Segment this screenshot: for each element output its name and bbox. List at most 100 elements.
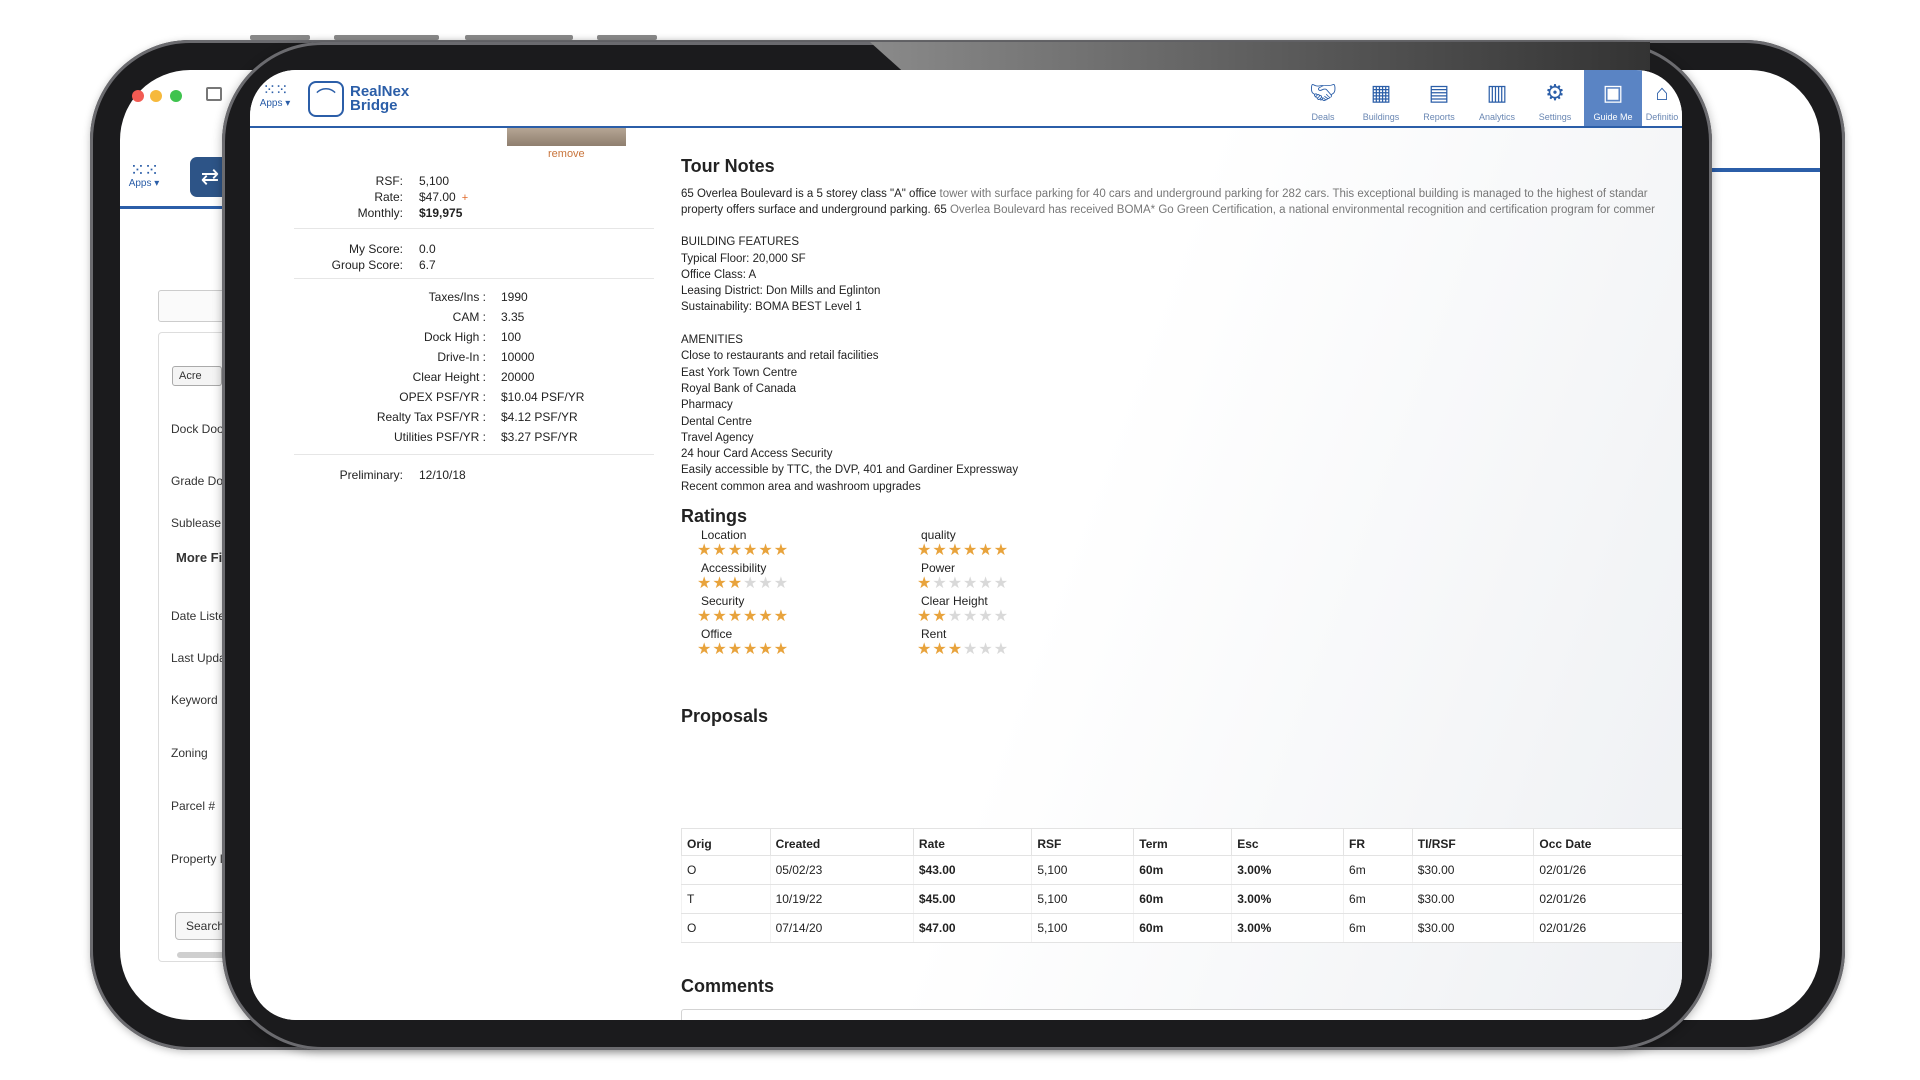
star-rating[interactable]: ★★★★★★ <box>697 641 789 659</box>
star-icon[interactable]: ★ <box>963 641 978 658</box>
star-icon[interactable]: ★ <box>712 608 727 625</box>
nav-guide-me[interactable]: ▣ Guide Me <box>1584 70 1642 126</box>
star-rating[interactable]: ★★★★★★ <box>917 542 1009 560</box>
nav-reports[interactable]: ▤ Reports <box>1410 70 1468 126</box>
star-icon[interactable]: ★ <box>774 575 789 592</box>
star-icon[interactable]: ★ <box>932 608 947 625</box>
star-icon[interactable]: ★ <box>697 575 712 592</box>
column-header[interactable]: Esc <box>1231 828 1345 856</box>
nav-deals[interactable]: 🤝︎ Deals <box>1294 70 1352 126</box>
star-rating[interactable]: ★★★★★★ <box>917 641 1009 659</box>
star-icon[interactable]: ★ <box>978 641 993 658</box>
star-icon[interactable]: ★ <box>978 575 993 592</box>
star-icon[interactable]: ★ <box>932 542 947 559</box>
star-icon[interactable]: ★ <box>697 608 712 625</box>
table-cell: O <box>681 913 771 943</box>
star-icon[interactable]: ★ <box>743 641 758 658</box>
star-rating[interactable]: ★★★★★★ <box>697 608 789 626</box>
apps-grid-icon: ⁙⁙ <box>262 82 289 99</box>
column-header[interactable]: Rate <box>912 828 1033 856</box>
maximize-window-button[interactable] <box>170 90 182 102</box>
column-header[interactable]: Orig <box>681 828 771 856</box>
star-icon[interactable]: ★ <box>758 542 773 559</box>
star-rating[interactable]: ★★★★★★ <box>697 542 789 560</box>
column-header[interactable]: Occ Date <box>1533 828 1682 856</box>
star-icon[interactable]: ★ <box>728 641 743 658</box>
star-icon[interactable]: ★ <box>712 542 727 559</box>
star-icon[interactable]: ★ <box>743 575 758 592</box>
star-icon[interactable]: ★ <box>712 575 727 592</box>
minimize-window-button[interactable] <box>150 90 162 102</box>
handshake-icon: 🤝︎ <box>1309 80 1337 105</box>
star-icon[interactable]: ★ <box>948 608 963 625</box>
notes-text: property offers surface and underground … <box>681 204 950 216</box>
main-nav: 🤝︎ Deals ▦ Buildings ▤ Reports ▥ Analyti… <box>1294 70 1682 126</box>
star-icon[interactable]: ★ <box>948 575 963 592</box>
star-icon[interactable]: ★ <box>758 575 773 592</box>
table-row[interactable]: O 05/02/23 $43.00 5,100 60m 3.00% 6m $30.00 02/0… <box>681 855 1682 885</box>
close-window-button[interactable] <box>132 90 144 102</box>
star-icon[interactable]: ★ <box>994 542 1009 559</box>
sidebar-toggle-icon[interactable] <box>206 87 222 101</box>
nav-settings[interactable]: ⚙ Settings <box>1526 70 1584 126</box>
nav-definitions[interactable]: ⌂ Definitio <box>1642 70 1682 126</box>
detail-label: OPEX PSF/YR : <box>399 390 486 404</box>
star-icon[interactable]: ★ <box>774 608 789 625</box>
unit-select[interactable]: Acre <box>172 366 222 386</box>
star-icon[interactable]: ★ <box>994 608 1009 625</box>
star-icon[interactable]: ★ <box>712 641 727 658</box>
star-rating[interactable]: ★★★★★★ <box>917 575 1009 593</box>
star-icon[interactable]: ★ <box>994 575 1009 592</box>
divider <box>294 278 654 279</box>
apps-menu[interactable]: ⁙⁙ Apps ▾ <box>258 82 292 110</box>
table-row[interactable]: O 07/14/20 $47.00 5,100 60m 3.00% 6m $30.00 02/0… <box>681 913 1682 943</box>
star-icon[interactable]: ★ <box>728 542 743 559</box>
star-icon[interactable]: ★ <box>743 608 758 625</box>
comments-input[interactable] <box>681 1009 1682 1020</box>
star-icon[interactable]: ★ <box>963 542 978 559</box>
star-icon[interactable]: ★ <box>917 608 932 625</box>
column-header[interactable]: Term <box>1133 828 1233 856</box>
add-rate-button[interactable]: + <box>462 192 468 204</box>
detail-label: Clear Height : <box>412 370 486 384</box>
star-icon[interactable]: ★ <box>728 608 743 625</box>
table-cell: 3.00% <box>1231 855 1344 885</box>
star-icon[interactable]: ★ <box>932 575 947 592</box>
group-score-label: Group Score: <box>331 258 403 272</box>
star-icon[interactable]: ★ <box>774 542 789 559</box>
star-icon[interactable]: ★ <box>697 641 712 658</box>
star-icon[interactable]: ★ <box>963 608 978 625</box>
column-header[interactable]: RSF <box>1031 828 1135 856</box>
star-icon[interactable]: ★ <box>758 641 773 658</box>
star-icon[interactable]: ★ <box>978 608 993 625</box>
nav-buildings[interactable]: ▦ Buildings <box>1352 70 1410 126</box>
remove-photo-link[interactable]: remove <box>548 148 585 160</box>
column-header[interactable]: Created <box>769 828 914 856</box>
star-rating[interactable]: ★★★★★★ <box>917 608 1009 626</box>
star-icon[interactable]: ★ <box>963 575 978 592</box>
star-icon[interactable]: ★ <box>758 608 773 625</box>
my-score-value: 0.0 <box>419 242 436 256</box>
table-cell: $45.00 <box>912 884 1032 914</box>
table-row[interactable]: T 10/19/22 $45.00 5,100 60m 3.00% 6m $30.00 02/0… <box>681 884 1682 914</box>
star-icon[interactable]: ★ <box>917 575 932 592</box>
column-header[interactable]: TI/RSF <box>1411 828 1535 856</box>
star-icon[interactable]: ★ <box>948 542 963 559</box>
star-icon[interactable]: ★ <box>728 575 743 592</box>
star-icon[interactable]: ★ <box>948 641 963 658</box>
nav-analytics[interactable]: ▥ Analytics <box>1468 70 1526 126</box>
realnex-bridge-logo[interactable]: ⌒ RealNex Bridge <box>308 79 418 119</box>
star-rating[interactable]: ★★★★★★ <box>697 575 789 593</box>
star-icon[interactable]: ★ <box>932 641 947 658</box>
star-icon[interactable]: ★ <box>917 542 932 559</box>
back-input-box[interactable] <box>158 290 228 322</box>
star-icon[interactable]: ★ <box>743 542 758 559</box>
star-icon[interactable]: ★ <box>774 641 789 658</box>
star-icon[interactable]: ★ <box>994 641 1009 658</box>
star-icon[interactable]: ★ <box>917 641 932 658</box>
star-icon[interactable]: ★ <box>978 542 993 559</box>
column-header[interactable]: FR <box>1343 828 1413 856</box>
back-apps-menu[interactable]: ⁙⁙ Apps ▾ <box>124 161 164 189</box>
rating-rent: Rent ★★★★★★ <box>899 627 1009 659</box>
star-icon[interactable]: ★ <box>697 542 712 559</box>
